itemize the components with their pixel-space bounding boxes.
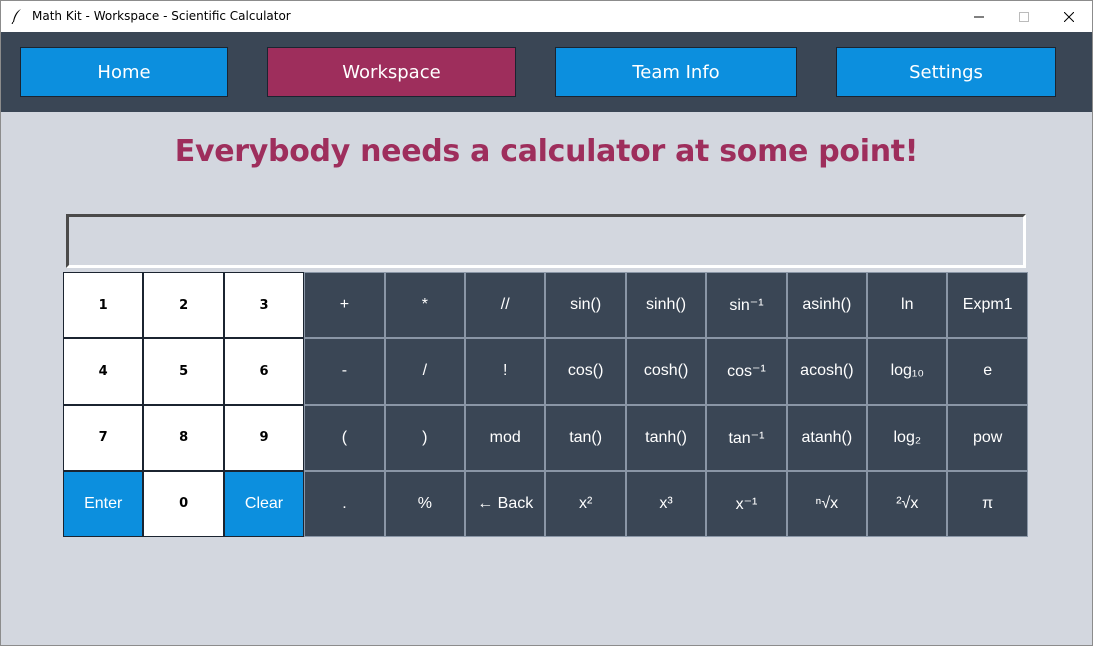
key-button[interactable]: cosh() (625, 338, 707, 405)
key-button[interactable]: ²√x (867, 470, 948, 537)
key-button[interactable]: - (304, 338, 385, 405)
key-button[interactable]: ⁿ√x (786, 470, 868, 537)
key-button[interactable]: Clear (223, 470, 305, 537)
key-button[interactable]: sin⁻¹ (706, 272, 787, 339)
calculator-keypad: 1 2 3 + *//sin() sinh() sin⁻¹ asinh() ln Expm1 4 5 6… (63, 272, 1028, 537)
key-button[interactable]: x² (545, 470, 626, 537)
minimize-button[interactable] (956, 1, 1002, 32)
key-button[interactable]: cos⁻¹ (706, 338, 787, 405)
key-button[interactable]: * (384, 272, 466, 339)
key-button[interactable]: Expm1 (947, 272, 1028, 339)
nav-settings-button[interactable]: Settings (836, 47, 1056, 97)
key-button[interactable]: 5 (143, 338, 224, 405)
title-bar[interactable]: Math Kit - Workspace - Scientific Calcul… (1, 1, 1092, 32)
key-button[interactable]: 6 (223, 338, 305, 405)
calculator-display[interactable] (66, 214, 1026, 268)
maximize-icon (1019, 11, 1029, 22)
key-button[interactable]: ( (304, 404, 385, 471)
key-button[interactable]: + (304, 272, 385, 339)
key-button[interactable]: % (384, 470, 466, 537)
window-title: Math Kit - Workspace - Scientific Calcul… (32, 9, 291, 23)
key-button[interactable]: / (384, 338, 466, 405)
key-button[interactable]: atanh() (786, 404, 868, 471)
key-button[interactable]: tan() (545, 404, 626, 471)
key-button[interactable]: 9 (223, 404, 305, 471)
key-button[interactable]: Enter (63, 470, 144, 537)
key-button[interactable]: . (304, 470, 385, 537)
key-button[interactable]: asinh() (786, 272, 868, 339)
nav-bar: Home Workspace Team Info Settings (1, 32, 1092, 112)
key-button[interactable]: ← Back (465, 470, 546, 537)
key-button[interactable]: e (947, 338, 1028, 405)
key-button[interactable]: x⁻¹ (706, 470, 787, 537)
key-button[interactable]: 2 (143, 272, 224, 339)
nav-workspace-button[interactable]: Workspace (267, 47, 516, 97)
feather-icon (11, 8, 23, 25)
key-button[interactable]: ln (867, 272, 948, 339)
key-button[interactable]: sin() (545, 272, 626, 339)
key-button[interactable]: log₁₀ (867, 338, 948, 405)
nav-home-button[interactable]: Home (20, 47, 228, 97)
key-button[interactable]: 1 (63, 272, 144, 339)
key-button[interactable]: 8 (143, 404, 224, 471)
key-button[interactable]: 7 (63, 404, 144, 471)
key-button[interactable]: acosh() (786, 338, 868, 405)
key-button[interactable]: // (465, 272, 546, 339)
key-button[interactable]: x³ (625, 470, 707, 537)
maximize-button[interactable] (1001, 1, 1047, 32)
close-button[interactable] (1046, 1, 1092, 32)
key-button[interactable]: cos() (545, 338, 626, 405)
close-icon (1064, 11, 1074, 22)
nav-team-info-button[interactable]: Team Info (555, 47, 797, 97)
key-button[interactable]: π (947, 470, 1028, 537)
key-button[interactable]: pow (947, 404, 1028, 471)
key-button[interactable]: 4 (63, 338, 144, 405)
key-button[interactable]: ) (384, 404, 466, 471)
key-button[interactable]: tan⁻¹ (706, 404, 787, 471)
key-button[interactable]: tanh() (625, 404, 707, 471)
minimize-icon (974, 16, 984, 17)
app-window: Math Kit - Workspace - Scientific Calcul… (0, 0, 1093, 646)
key-button[interactable]: 0 (143, 470, 224, 537)
page-heading: Everybody needs a calculator at some poi… (174, 134, 919, 169)
key-button[interactable]: 3 (223, 272, 305, 339)
key-button[interactable]: sinh() (625, 272, 707, 339)
key-button[interactable]: log₂ (867, 404, 948, 471)
key-button[interactable]: mod (465, 404, 546, 471)
key-button[interactable]: ! (465, 338, 546, 405)
